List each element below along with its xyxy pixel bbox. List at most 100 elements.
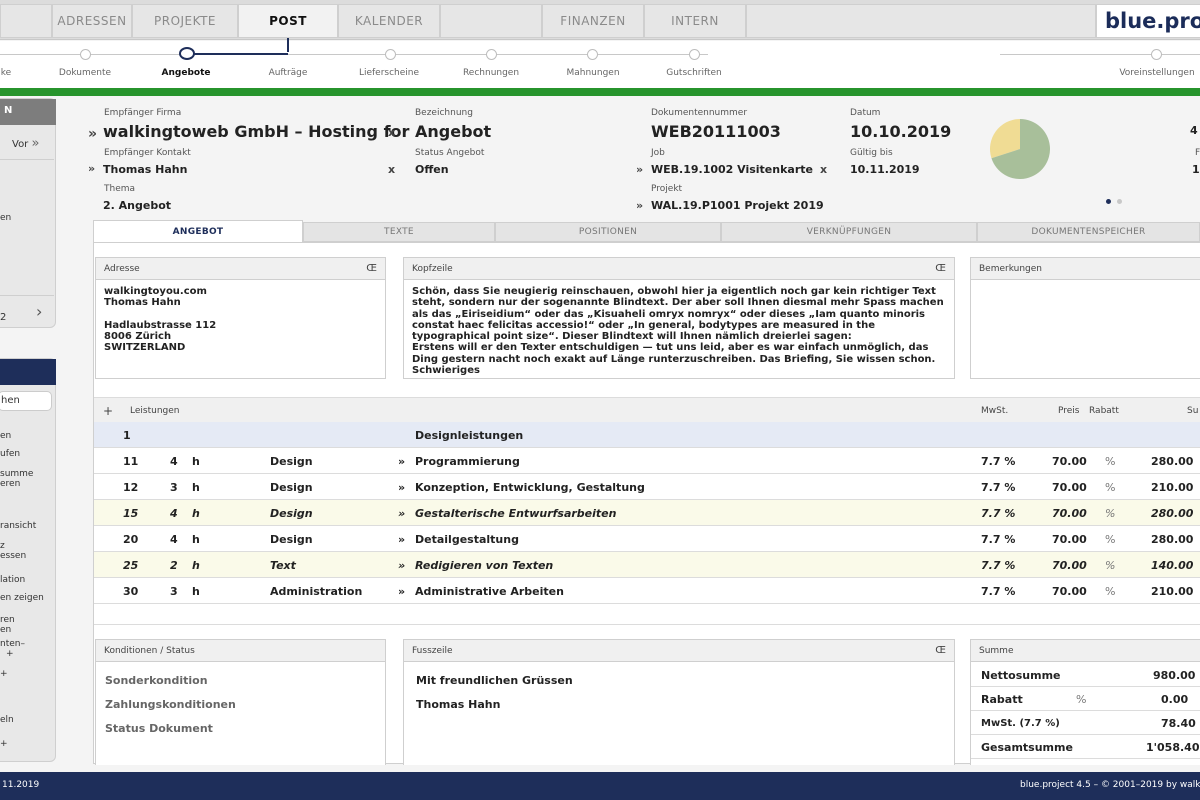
double-chevron-icon[interactable]: » xyxy=(398,533,405,546)
sidebar-item[interactable]: ufen xyxy=(0,449,20,459)
bemerkungen-text[interactable] xyxy=(971,280,1200,292)
step-dot-voreinstellungen[interactable] xyxy=(1151,49,1162,60)
carousel-dot[interactable] xyxy=(1117,199,1122,204)
footer-copyright: blue.project 4.5 – © 2001–2019 by walk xyxy=(1020,780,1200,790)
double-chevron-icon[interactable]: » xyxy=(398,455,405,468)
step-label-gutschriften[interactable]: Gutschriften xyxy=(666,68,722,78)
double-chevron-icon[interactable]: » xyxy=(398,585,405,598)
tab-verknuepfungen[interactable]: VERKNÜPFUNGEN xyxy=(721,222,977,242)
step-label-lieferscheine[interactable]: Lieferscheine xyxy=(359,68,419,78)
double-chevron-icon[interactable]: » xyxy=(88,126,97,142)
tab-angebot[interactable]: ANGEBOT xyxy=(93,220,303,243)
step-label-dokumente[interactable]: Dokumente xyxy=(59,68,111,78)
sidebar-item[interactable]: en zeigen xyxy=(0,593,44,603)
sidebar-item[interactable]: eln xyxy=(0,715,14,725)
step-label-angebote[interactable]: Angebote xyxy=(162,68,211,78)
status-value[interactable]: Offen xyxy=(415,163,449,176)
sidebar-item[interactable]: + xyxy=(0,739,8,749)
dokumentennummer-value[interactable]: WEB20111003 xyxy=(651,122,781,141)
double-chevron-icon[interactable]: » xyxy=(398,559,405,572)
stepper-line xyxy=(0,54,185,55)
mwst-value: 78.40 xyxy=(1161,717,1196,730)
add-position-icon[interactable]: + xyxy=(103,404,113,418)
thema-value[interactable]: 2. Angebot xyxy=(103,199,171,212)
sidebar-item[interactable]: ransicht xyxy=(0,521,36,531)
table-row-group[interactable]: 1 Designleistungen xyxy=(94,422,1200,448)
sidebar-item[interactable]: nten– xyxy=(0,639,25,649)
step-label-rechnungen[interactable]: Rechnungen xyxy=(463,68,519,78)
empfaenger-kontakt-value[interactable]: Thomas Hahn xyxy=(103,163,187,176)
job-value[interactable]: WEB.19.1002 Visitenkarte xyxy=(651,163,813,176)
tab-intern[interactable]: INTERN xyxy=(644,4,746,38)
fusszeile-line1[interactable]: Mit freundlichen Grüssen xyxy=(416,674,573,687)
table-row[interactable]: 12 3 h Design » Konzeption, Entwicklung, Gest… xyxy=(94,474,1200,500)
adresse-box: Adresse Œ walkingtoyou.com Thomas Hahn Ha… xyxy=(95,257,386,379)
table-row[interactable]: 11 4 h Design » Programmierung 7.7 % 70.00% 280.… xyxy=(94,448,1200,474)
double-chevron-icon[interactable]: » xyxy=(636,163,643,176)
sidebar-search-input[interactable]: hen xyxy=(0,391,52,411)
bezeichnung-value[interactable]: Angebot xyxy=(415,122,491,141)
clear-icon[interactable]: x xyxy=(388,163,395,176)
edit-icon[interactable]: Œ xyxy=(935,645,946,656)
adresse-text[interactable]: walkingtoyou.com Thomas Hahn Hadlaubstra… xyxy=(96,280,385,360)
table-row[interactable]: 30 3 h Administration » Administrative Arbeit… xyxy=(94,578,1200,604)
stepper-line-active xyxy=(185,53,288,55)
sidebar-item[interactable]: en xyxy=(0,213,11,223)
table-row[interactable]: 20 4 h Design » Detailgestaltung 7.7 % 70.00% 28… xyxy=(94,526,1200,552)
projekt-value[interactable]: WAL.19.P1001 Projekt 2019 xyxy=(651,199,824,212)
table-row[interactable]: 25 2 h Text » Redigieren von Texten 7.7 % 70.00… xyxy=(94,552,1200,578)
step-dot-rechnungen[interactable] xyxy=(486,49,497,60)
chevron-right-icon[interactable]: › xyxy=(36,304,42,320)
sidebar-item[interactable]: lation xyxy=(0,575,25,585)
sidebar-item[interactable]: z xyxy=(0,541,5,551)
sidebar-item[interactable]: en xyxy=(0,625,11,635)
edit-icon[interactable]: Œ xyxy=(366,263,377,274)
double-chevron-icon[interactable]: » xyxy=(636,199,643,212)
edit-icon[interactable]: Œ xyxy=(935,263,946,274)
clear-icon[interactable]: x xyxy=(820,163,827,176)
sidebar-item[interactable]: essen xyxy=(0,551,26,561)
sidebar-item[interactable]: + xyxy=(6,649,14,659)
tab-texte[interactable]: TEXTE xyxy=(303,222,495,242)
carousel-dot-active[interactable] xyxy=(1106,199,1111,204)
empfaenger-firma-value[interactable]: walkingtoweb GmbH – Hosting for xyxy=(103,122,409,141)
tab-kalender[interactable]: KALENDER xyxy=(338,4,440,38)
step-dot-lieferscheine[interactable] xyxy=(385,49,396,60)
footer-bar: 11.2019 blue.project 4.5 – © 2001–2019 b… xyxy=(0,772,1200,800)
clear-icon[interactable]: x xyxy=(388,126,395,139)
sidebar-item[interactable]: eren xyxy=(0,479,20,489)
step-label-mahnungen[interactable]: Mahnungen xyxy=(566,68,619,78)
step-dot-mahnungen[interactable] xyxy=(587,49,598,60)
step-label[interactable]: ke xyxy=(1,68,11,78)
step-label-auftraege[interactable]: Aufträge xyxy=(269,68,308,78)
double-chevron-icon[interactable]: » xyxy=(398,507,405,520)
tab-finanzen[interactable]: FINANZEN xyxy=(542,4,644,38)
tab-post[interactable]: POST xyxy=(238,4,338,38)
table-row[interactable]: 15 4 h Design » Gestalterische Entwurfsarbeit… xyxy=(94,500,1200,526)
kopfzeile-text[interactable]: Schön, dass Sie neugierig reinschauen, o… xyxy=(404,280,954,376)
tab-projekte[interactable]: PROJEKTE xyxy=(132,4,238,38)
tab-positionen[interactable]: POSITIONEN xyxy=(495,222,721,242)
sonderkondition[interactable]: Sonderkondition xyxy=(105,674,208,687)
datum-value[interactable]: 10.10.2019 xyxy=(850,122,951,141)
step-dot-dokumente[interactable] xyxy=(80,49,91,60)
sidebar-item[interactable]: summe xyxy=(0,469,33,479)
tab-dokumentenspeicher[interactable]: DOKUMENTENSPEICHER xyxy=(977,222,1200,242)
sidebar-item[interactable]: ren xyxy=(0,615,15,625)
double-chevron-icon[interactable]: » xyxy=(398,481,405,494)
cell-desc: Programmierung xyxy=(415,455,520,468)
double-chevron-icon[interactable]: » xyxy=(88,162,95,175)
tab-adressen[interactable]: ADRESSEN xyxy=(52,4,132,38)
vor-button[interactable]: Vor » xyxy=(12,137,39,150)
step-dot-angebote[interactable] xyxy=(179,47,195,60)
table-row-empty xyxy=(94,604,1200,625)
gueltig-value[interactable]: 10.11.2019 xyxy=(850,163,920,176)
step-dot-gutschriften[interactable] xyxy=(689,49,700,60)
status-dokument[interactable]: Status Dokument xyxy=(105,722,213,735)
status-pie-chart xyxy=(990,119,1050,179)
zahlungskonditionen[interactable]: Zahlungskonditionen xyxy=(105,698,236,711)
fusszeile-line2[interactable]: Thomas Hahn xyxy=(416,698,500,711)
sidebar-item[interactable]: + xyxy=(0,669,8,679)
sidebar-item[interactable]: en xyxy=(0,431,11,441)
step-label-voreinstellungen[interactable]: Voreinstellungen xyxy=(1119,68,1194,78)
